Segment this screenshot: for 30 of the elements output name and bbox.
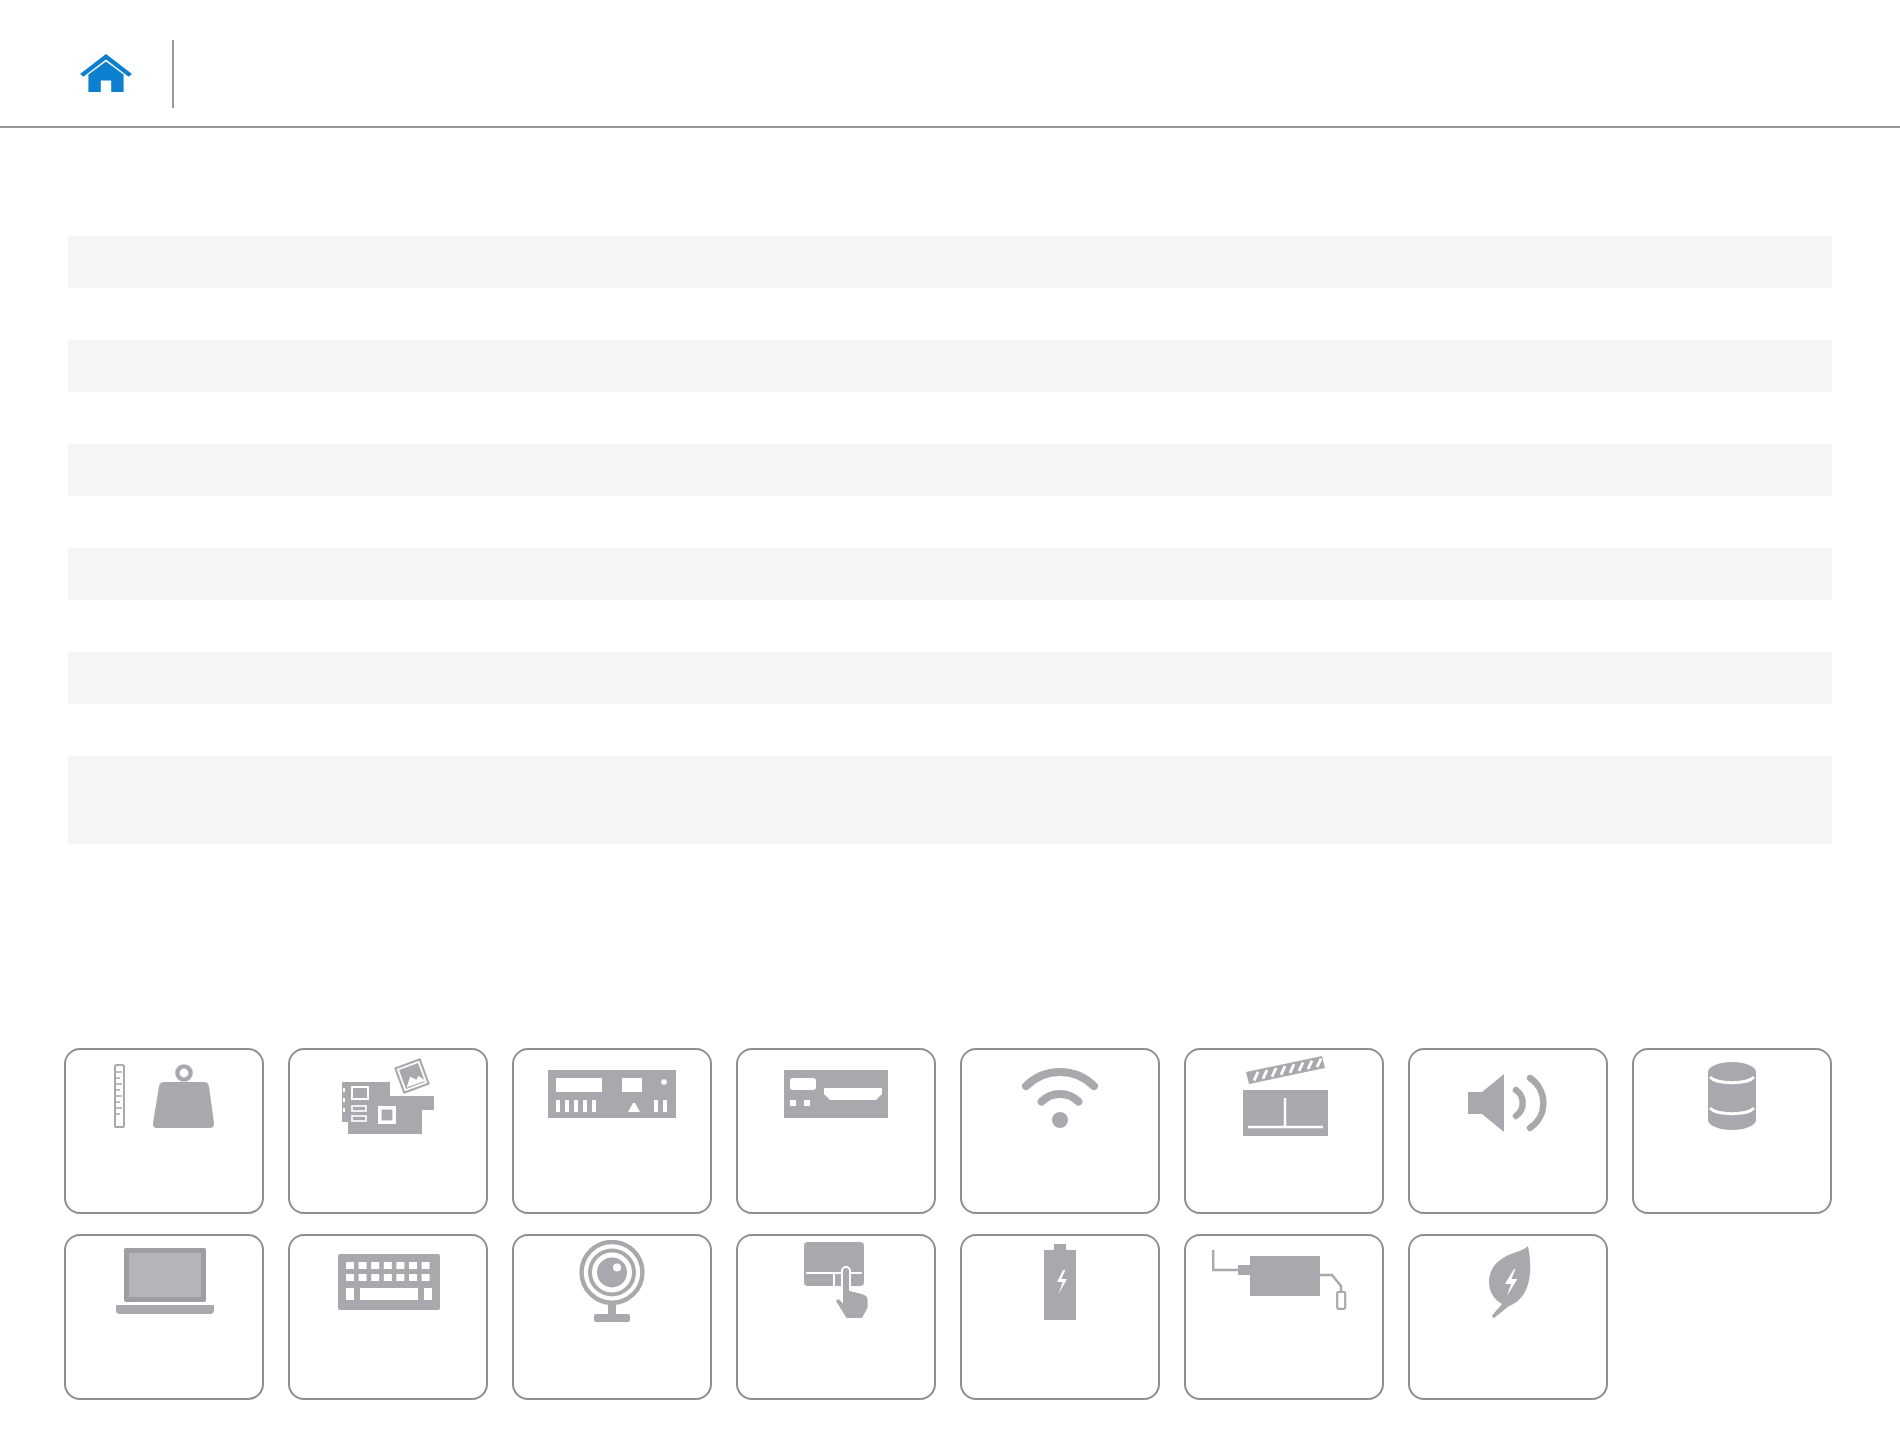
home-icon[interactable] [80,54,132,92]
category-tile[interactable] [960,1234,1160,1400]
category-tile[interactable] [64,1234,264,1400]
clapperboard-icon [1241,1053,1327,1135]
category-tile[interactable] [960,1048,1160,1214]
category-tile[interactable] [512,1234,712,1400]
category-tile[interactable] [1408,1048,1608,1214]
cylinder-icon [1708,1061,1756,1129]
category-tile[interactable] [64,1048,264,1214]
category-tile[interactable] [736,1234,936,1400]
wifi-icon [1022,1063,1098,1127]
laptop-icon [115,1247,213,1313]
keyboard-icon [337,1253,439,1309]
category-tile[interactable] [288,1234,488,1400]
port-panel-icon [548,1069,676,1117]
category-tile[interactable] [1184,1048,1384,1214]
category-tile[interactable] [512,1048,712,1214]
circuit-board-icon [342,1055,434,1133]
leaf-icon [1484,1245,1532,1317]
category-tile[interactable] [1184,1234,1384,1400]
category-tile[interactable] [736,1048,936,1214]
port-plate-icon [784,1069,888,1117]
touchpad-icon [803,1241,869,1319]
battery-icon [1044,1243,1076,1319]
webcam-icon [578,1239,646,1321]
category-tile[interactable] [1408,1234,1608,1400]
category-tile[interactable] [1632,1048,1832,1214]
ruler-weight-icon [114,1063,214,1127]
speaker-icon [1467,1073,1549,1131]
category-tile[interactable] [288,1048,488,1214]
